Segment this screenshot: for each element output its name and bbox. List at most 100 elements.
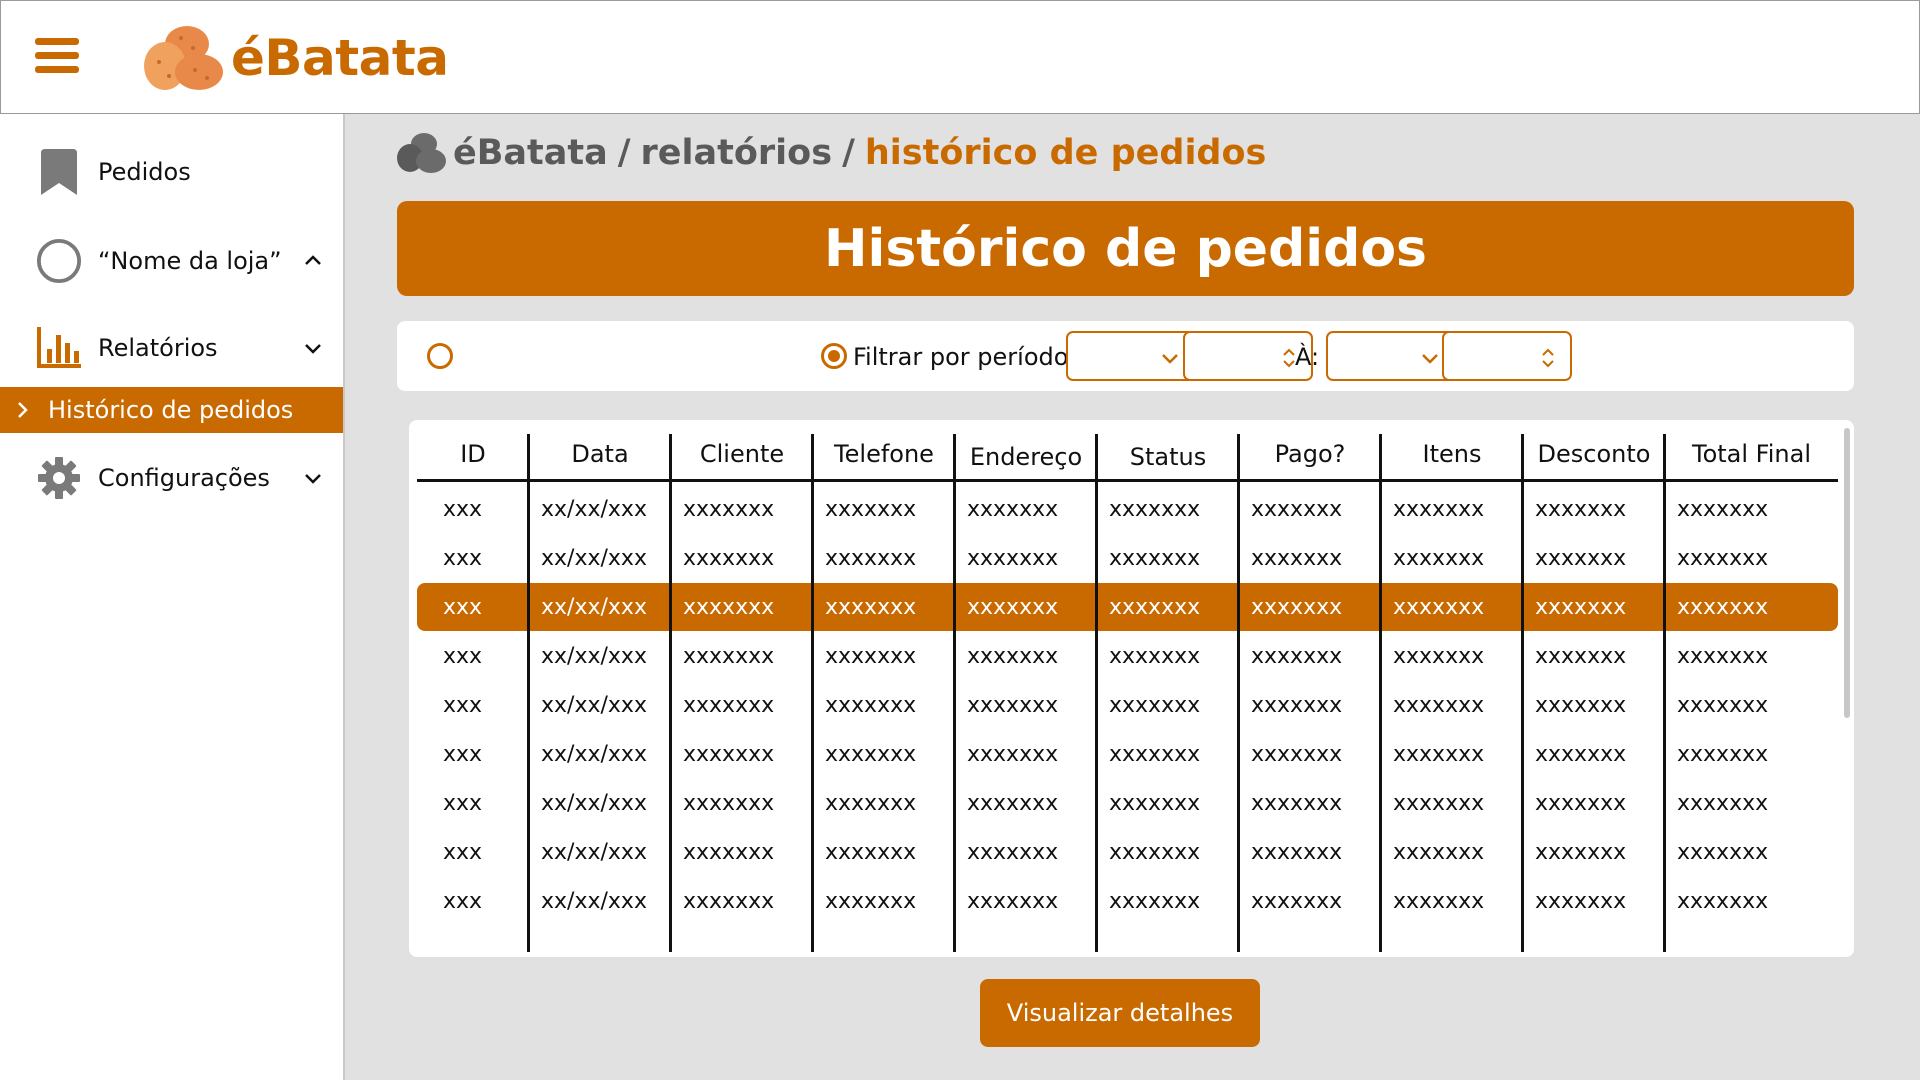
- table-cell: xxxxxxx: [1251, 545, 1343, 571]
- chevron-down-icon: [1162, 354, 1178, 364]
- breadcrumb-root[interactable]: éBatata: [453, 133, 608, 173]
- table-cell: xxxxxxx: [1251, 741, 1343, 767]
- table-cell: xxxxxxx: [825, 594, 917, 620]
- sidebar-item-label: “Nome da loja”: [98, 247, 282, 275]
- table-cell: xxxxxxx: [1109, 643, 1201, 669]
- breadcrumb: éBatata / relatórios / histórico de pedi…: [397, 128, 1266, 178]
- top-bar: éBatata: [0, 0, 1920, 114]
- table-cell: xxxxxxx: [1109, 692, 1201, 718]
- chevron-down-icon: [1422, 354, 1438, 364]
- table-row[interactable]: xxx xx/xx/xxx xxxxxxx xxxxxxx xxxxxxx xxxxxxx…: [417, 485, 1838, 533]
- table-row[interactable]: xxx xx/xx/xxx xxxxxxx xxxxxxx xxxxxxx xxxxxxx…: [417, 828, 1838, 876]
- table-cell: xxxxxxx: [1677, 839, 1769, 865]
- column-divider: [1237, 434, 1240, 952]
- table-cell: xxxxxxx: [1393, 839, 1485, 865]
- column-header[interactable]: Status: [1097, 437, 1239, 477]
- table-cell: xxxxxxx: [1677, 643, 1769, 669]
- table-cell: xxxxxxx: [1251, 888, 1343, 914]
- table-cell: xxxxxxx: [1393, 692, 1485, 718]
- chevron-down-icon[interactable]: [301, 466, 325, 490]
- breadcrumb-current: histórico de pedidos: [864, 133, 1267, 173]
- table-cell: xxxxxxx: [825, 545, 917, 571]
- column-divider: [811, 434, 814, 952]
- table-row[interactable]: xxx xx/xx/xxx xxxxxxx xxxxxxx xxxxxxx xxxxxxx…: [417, 779, 1838, 827]
- column-header[interactable]: Cliente: [671, 434, 813, 474]
- table-cell: xxxxxxx: [967, 741, 1059, 767]
- sidebar-item-label: Pedidos: [98, 158, 191, 186]
- table-cell: xxxxxxx: [683, 839, 775, 865]
- sidebar-item-label: Relatórios: [98, 334, 218, 362]
- column-header[interactable]: Total Final: [1665, 434, 1838, 474]
- app-logo[interactable]: éBatata: [143, 21, 449, 95]
- table-scrollbar[interactable]: [1844, 428, 1850, 718]
- table-cell: xxxxxxx: [825, 888, 917, 914]
- orders-table: ID Data Cliente Telefone Endereço Status Pago?…: [409, 420, 1854, 957]
- menu-icon[interactable]: [35, 38, 79, 76]
- filter-period-radio[interactable]: [821, 343, 847, 369]
- sidebar-item-store[interactable]: “Nome da loja”: [0, 231, 343, 291]
- table-cell: xxxxxxx: [683, 888, 775, 914]
- chevron-up-icon[interactable]: [301, 249, 325, 273]
- table-cell: xxxxxxx: [1393, 790, 1485, 816]
- table-cell: xxx: [443, 496, 483, 522]
- table-row[interactable]: xxx xx/xx/xxx xxxxxxx xxxxxxx xxxxxxx xxxxxxx…: [417, 632, 1838, 680]
- to-year-stepper[interactable]: [1442, 331, 1572, 381]
- table-cell: xxxxxxx: [1109, 545, 1201, 571]
- column-header[interactable]: Pago?: [1239, 434, 1381, 474]
- table-cell: xx/xx/xxx: [541, 545, 647, 571]
- table-cell: xxxxxxx: [967, 545, 1059, 571]
- bookmark-icon: [36, 149, 82, 195]
- table-cell: xxxxxxx: [825, 741, 917, 767]
- table-cell: xxxxxxx: [825, 643, 917, 669]
- table-row[interactable]: xxx xx/xx/xxx xxxxxxx xxxxxxx xxxxxxx xxxxxxx…: [417, 730, 1838, 778]
- sidebar-item-label: Configurações: [98, 464, 270, 492]
- page-title: Histórico de pedidos: [823, 218, 1428, 279]
- breadcrumb-section[interactable]: relatórios: [641, 133, 833, 173]
- chevron-down-icon[interactable]: [301, 336, 325, 360]
- table-cell: xxxxxxx: [1535, 741, 1627, 767]
- filter-bar: Filtrar por período de: À:: [397, 321, 1854, 391]
- column-header[interactable]: Data: [529, 434, 671, 474]
- view-details-button[interactable]: Visualizar detalhes: [980, 979, 1260, 1047]
- table-cell: xxxxxxx: [1535, 692, 1627, 718]
- table-row[interactable]: xxx xx/xx/xxx xxxxxxx xxxxxxx xxxxxxx xxxxxxx…: [417, 534, 1838, 582]
- table-cell: xxxxxxx: [1677, 496, 1769, 522]
- table-row[interactable]: xxx xx/xx/xxx xxxxxxx xxxxxxx xxxxxxx xxxxxxx…: [417, 681, 1838, 729]
- table-cell: xx/xx/xxx: [541, 888, 647, 914]
- chevron-right-icon: [18, 402, 28, 418]
- table-cell: xxxxxxx: [1251, 839, 1343, 865]
- table-cell: xxxxxxx: [683, 594, 775, 620]
- table-cell: xxxxxxx: [1535, 790, 1627, 816]
- column-header[interactable]: Telefone: [813, 434, 955, 474]
- table-cell: xxxxxxx: [1393, 496, 1485, 522]
- table-row-selected[interactable]: xxx xx/xx/xxx xxxxxxx xxxxxxx xxxxxxx xxxxxxx…: [417, 583, 1838, 631]
- column-divider: [1521, 434, 1524, 952]
- table-cell: xxxxxxx: [967, 594, 1059, 620]
- from-day-select[interactable]: [1066, 331, 1196, 381]
- column-header[interactable]: Itens: [1381, 434, 1523, 474]
- sidebar-item-configuracoes[interactable]: Configurações: [0, 448, 343, 508]
- table-cell: xxxxxxx: [967, 888, 1059, 914]
- table-cell: xxxxxxx: [1393, 545, 1485, 571]
- table-cell: xx/xx/xxx: [541, 692, 647, 718]
- table-row[interactable]: xxx xx/xx/xxx xxxxxxx xxxxxxx xxxxxxx xxxxxxx…: [417, 877, 1838, 925]
- column-header[interactable]: Endereço: [955, 437, 1097, 477]
- table-cell: xxxxxxx: [683, 545, 775, 571]
- from-year-stepper[interactable]: [1183, 331, 1313, 381]
- column-header[interactable]: Desconto: [1523, 434, 1665, 474]
- column-header[interactable]: ID: [417, 434, 529, 474]
- app-name: éBatata: [231, 29, 449, 87]
- table-cell: xxxxxxx: [683, 496, 775, 522]
- to-day-select[interactable]: [1326, 331, 1456, 381]
- sidebar-subitem-historico[interactable]: Histórico de pedidos: [0, 387, 343, 433]
- table-cell: xxxxxxx: [1535, 594, 1627, 620]
- sidebar-item-relatorios[interactable]: Relatórios: [0, 318, 343, 378]
- filter-all-radio[interactable]: [427, 343, 453, 369]
- sidebar-item-pedidos[interactable]: Pedidos: [0, 142, 343, 202]
- table-cell: xxxxxxx: [1109, 790, 1201, 816]
- table-cell: xxx: [443, 790, 483, 816]
- breadcrumb-separator: /: [842, 133, 855, 173]
- updown-icon: [1542, 348, 1554, 368]
- table-cell: xx/xx/xxx: [541, 594, 647, 620]
- table-cell: xxxxxxx: [683, 643, 775, 669]
